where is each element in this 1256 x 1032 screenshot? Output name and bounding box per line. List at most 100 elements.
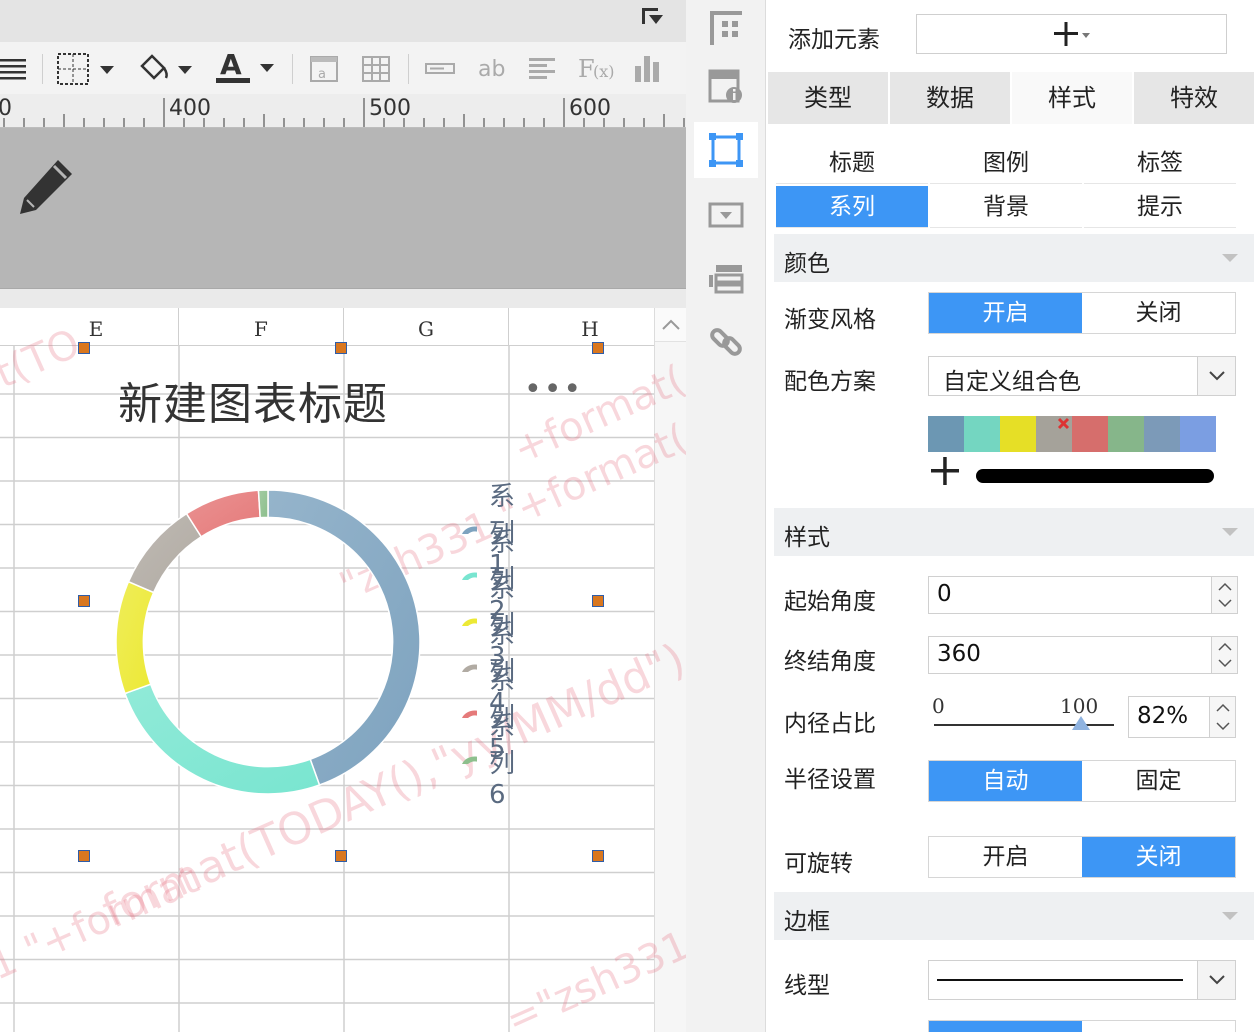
spinner-icon[interactable] xyxy=(1209,697,1235,737)
collapse-caret-icon xyxy=(1222,912,1238,920)
radius-fixed-option[interactable]: 固定 xyxy=(1082,761,1235,801)
template-icon[interactable] xyxy=(694,0,758,56)
legend-label: 系列6 xyxy=(489,712,516,810)
color-swatch[interactable] xyxy=(1000,416,1036,452)
panel-tabs: 类型 数据 样式 特效 xyxy=(768,72,1254,124)
resize-handle[interactable] xyxy=(335,850,347,862)
donut-slice-3[interactable] xyxy=(115,580,155,695)
collapse-caret-icon xyxy=(1222,528,1238,536)
chart-icon[interactable] xyxy=(632,48,664,88)
collapse-icon[interactable] xyxy=(638,4,666,28)
horizontal-ruler: 0 400 500 600 xyxy=(0,94,686,128)
end-angle-input[interactable]: 360 xyxy=(928,636,1238,674)
column-header-e[interactable]: E xyxy=(14,308,179,346)
pencil-icon[interactable] xyxy=(14,154,80,224)
layout-icon[interactable] xyxy=(694,250,758,306)
chart-title[interactable]: 新建图表标题 xyxy=(84,368,598,432)
color-section-header[interactable]: 颜色 xyxy=(774,234,1254,282)
resize-handle[interactable] xyxy=(592,595,604,607)
color-swatch[interactable] xyxy=(964,416,1000,452)
subtab-title[interactable]: 标题 xyxy=(776,142,928,184)
table-icon[interactable] xyxy=(360,48,392,88)
widget-icon[interactable] xyxy=(694,186,758,242)
add-color-icon[interactable] xyxy=(928,454,962,488)
color-scheme-select[interactable]: 自定义组合色 xyxy=(928,356,1236,396)
chevron-down-icon[interactable] xyxy=(1197,357,1235,395)
add-element-button[interactable] xyxy=(916,14,1227,54)
gradient-on-option[interactable]: 开启 xyxy=(929,293,1082,333)
subtab-legend[interactable]: 图例 xyxy=(930,142,1082,184)
border-option[interactable] xyxy=(929,1021,1082,1032)
spinner-icon[interactable] xyxy=(1211,577,1237,613)
chart-more-icon[interactable]: ••• xyxy=(524,372,583,407)
fill-color-icon[interactable] xyxy=(136,48,198,88)
inner-ratio-slider[interactable]: 0 100 xyxy=(932,694,1118,740)
donut-slice-2[interactable] xyxy=(124,683,321,795)
component-icon[interactable] xyxy=(694,122,758,178)
subtab-background[interactable]: 背景 xyxy=(930,186,1082,228)
radius-auto-option[interactable]: 自动 xyxy=(929,761,1082,801)
link-icon[interactable] xyxy=(694,314,758,370)
svg-text:a: a xyxy=(318,67,326,82)
tab-style[interactable]: 样式 xyxy=(1012,72,1134,124)
formula-icon[interactable]: F (x) xyxy=(576,48,616,88)
rotate-on-option[interactable]: 开启 xyxy=(929,837,1082,877)
resize-handle[interactable] xyxy=(592,342,604,354)
tab-effect[interactable]: 特效 xyxy=(1134,72,1254,124)
tab-data[interactable]: 数据 xyxy=(890,72,1012,124)
color-swatch[interactable] xyxy=(1144,416,1180,452)
remove-color-icon[interactable] xyxy=(1056,416,1072,436)
border-option[interactable] xyxy=(1082,1021,1235,1032)
color-swatch[interactable] xyxy=(928,416,964,452)
legend-item[interactable]: 系列6 xyxy=(460,712,528,810)
start-angle-label: 起始角度 xyxy=(784,589,876,615)
scroll-up-icon[interactable] xyxy=(655,308,686,342)
donut-slice-1[interactable] xyxy=(267,489,421,786)
donut-slice-6[interactable] xyxy=(257,489,269,519)
donut-slice-5[interactable] xyxy=(185,489,261,538)
svg-text:ab: ab xyxy=(478,57,505,82)
border-style-icon[interactable] xyxy=(54,48,120,88)
text-ab-icon[interactable]: ab xyxy=(474,48,510,88)
line-type-select[interactable] xyxy=(928,960,1236,1000)
subtab-tooltip[interactable]: 提示 xyxy=(1084,186,1236,228)
column-header-g[interactable]: G xyxy=(344,308,509,346)
spinner-icon[interactable] xyxy=(1211,637,1237,673)
column-header-f[interactable]: F xyxy=(179,308,344,346)
resize-handle[interactable] xyxy=(592,850,604,862)
font-color-icon[interactable]: A xyxy=(212,48,278,88)
chart-title-text: 新建图表标题 xyxy=(118,379,388,430)
donut-chart[interactable] xyxy=(112,486,424,798)
resize-handle[interactable] xyxy=(335,342,347,354)
donut-slice-4[interactable] xyxy=(127,512,203,594)
input-field-icon[interactable] xyxy=(422,48,458,88)
gradient-off-option[interactable]: 关闭 xyxy=(1082,293,1235,333)
tab-type[interactable]: 类型 xyxy=(768,72,890,124)
style-section-header[interactable]: 样式 xyxy=(774,508,1254,556)
resize-handle[interactable] xyxy=(78,342,90,354)
text-box-icon[interactable]: a xyxy=(308,48,340,88)
radius-label: 半径设置 xyxy=(784,767,876,793)
paragraph-icon[interactable] xyxy=(526,48,558,88)
slider-thumb[interactable] xyxy=(1072,716,1090,730)
column-header-h[interactable]: H xyxy=(509,308,654,346)
vertical-scrollbar[interactable] xyxy=(654,308,686,1032)
subtab-series[interactable]: 系列 xyxy=(776,186,928,228)
chevron-down-icon[interactable] xyxy=(1197,961,1235,999)
rotate-off-option[interactable]: 关闭 xyxy=(1082,837,1235,877)
color-swatch[interactable] xyxy=(1108,416,1144,452)
align-justify-icon[interactable] xyxy=(0,48,30,88)
border-section-header[interactable]: 边框 xyxy=(774,892,1254,940)
color-swatches xyxy=(928,416,1216,452)
section-title: 边框 xyxy=(784,909,830,935)
color-swatch[interactable] xyxy=(1180,416,1216,452)
sheet-gap xyxy=(0,288,686,308)
gradient-bar[interactable] xyxy=(976,469,1214,483)
subtab-label[interactable]: 标签 xyxy=(1084,142,1236,184)
inner-ratio-input[interactable]: 82% xyxy=(1128,696,1236,738)
color-swatch[interactable] xyxy=(1072,416,1108,452)
data-info-icon[interactable] xyxy=(694,58,758,114)
resize-handle[interactable] xyxy=(78,850,90,862)
start-angle-input[interactable]: 0 xyxy=(928,576,1238,614)
resize-handle[interactable] xyxy=(78,595,90,607)
